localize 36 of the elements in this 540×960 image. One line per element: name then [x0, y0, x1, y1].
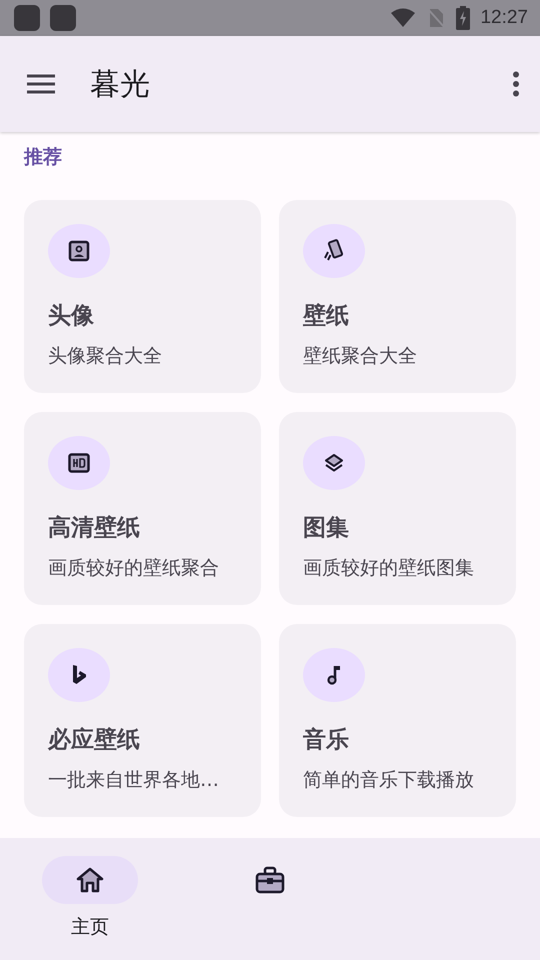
nav-item[interactable] — [42, 856, 138, 904]
card-title: 壁纸 — [303, 302, 350, 331]
briefcase-icon — [255, 866, 285, 894]
card-subtitle: 简单的音乐下载播放 — [303, 768, 475, 793]
notification-icon — [50, 5, 76, 31]
battery-charging-icon — [456, 6, 470, 30]
feature-card[interactable]: 高清壁纸 画质较好的壁纸聚合 — [24, 412, 261, 605]
card-title: 必应壁纸 — [48, 726, 141, 755]
card-title: 头像 — [48, 302, 95, 331]
feature-card[interactable]: 壁纸 壁纸聚合大全 — [279, 200, 516, 393]
card-title: 高清壁纸 — [48, 514, 141, 543]
feature-card[interactable]: 头像 头像聚合大全 — [24, 200, 261, 393]
card-title: 音乐 — [303, 726, 350, 755]
wifi-icon — [390, 7, 416, 29]
menu-icon[interactable] — [26, 73, 56, 95]
feature-card[interactable]: 必应壁纸 一批来自世界各地… — [24, 624, 261, 817]
nav-label: 主页 — [71, 915, 109, 940]
app-title: 暮光 — [90, 66, 151, 104]
status-time: 12:27 — [480, 7, 528, 29]
card-title: 图集 — [303, 514, 350, 543]
card-subtitle: 画质较好的壁纸聚合 — [48, 556, 220, 581]
feature-card[interactable]: 音乐 简单的音乐下载播放 — [279, 624, 516, 817]
card-subtitle: 一批来自世界各地… — [48, 768, 220, 793]
card-subtitle: 壁纸聚合大全 — [303, 344, 418, 369]
layers-icon — [323, 452, 345, 474]
card-subtitle: 头像聚合大全 — [48, 344, 163, 369]
feature-card[interactable]: 图集 画质较好的壁纸图集 — [279, 412, 516, 605]
contact-icon — [68, 240, 90, 262]
more-options-icon[interactable] — [512, 71, 520, 97]
card-subtitle: 画质较好的壁纸图集 — [303, 556, 475, 581]
home-icon — [76, 867, 104, 893]
music-note-icon — [326, 664, 342, 686]
notification-icon — [14, 5, 40, 31]
bing-icon — [71, 664, 87, 686]
hd-icon — [68, 453, 90, 473]
section-heading: 推荐 — [22, 145, 63, 170]
